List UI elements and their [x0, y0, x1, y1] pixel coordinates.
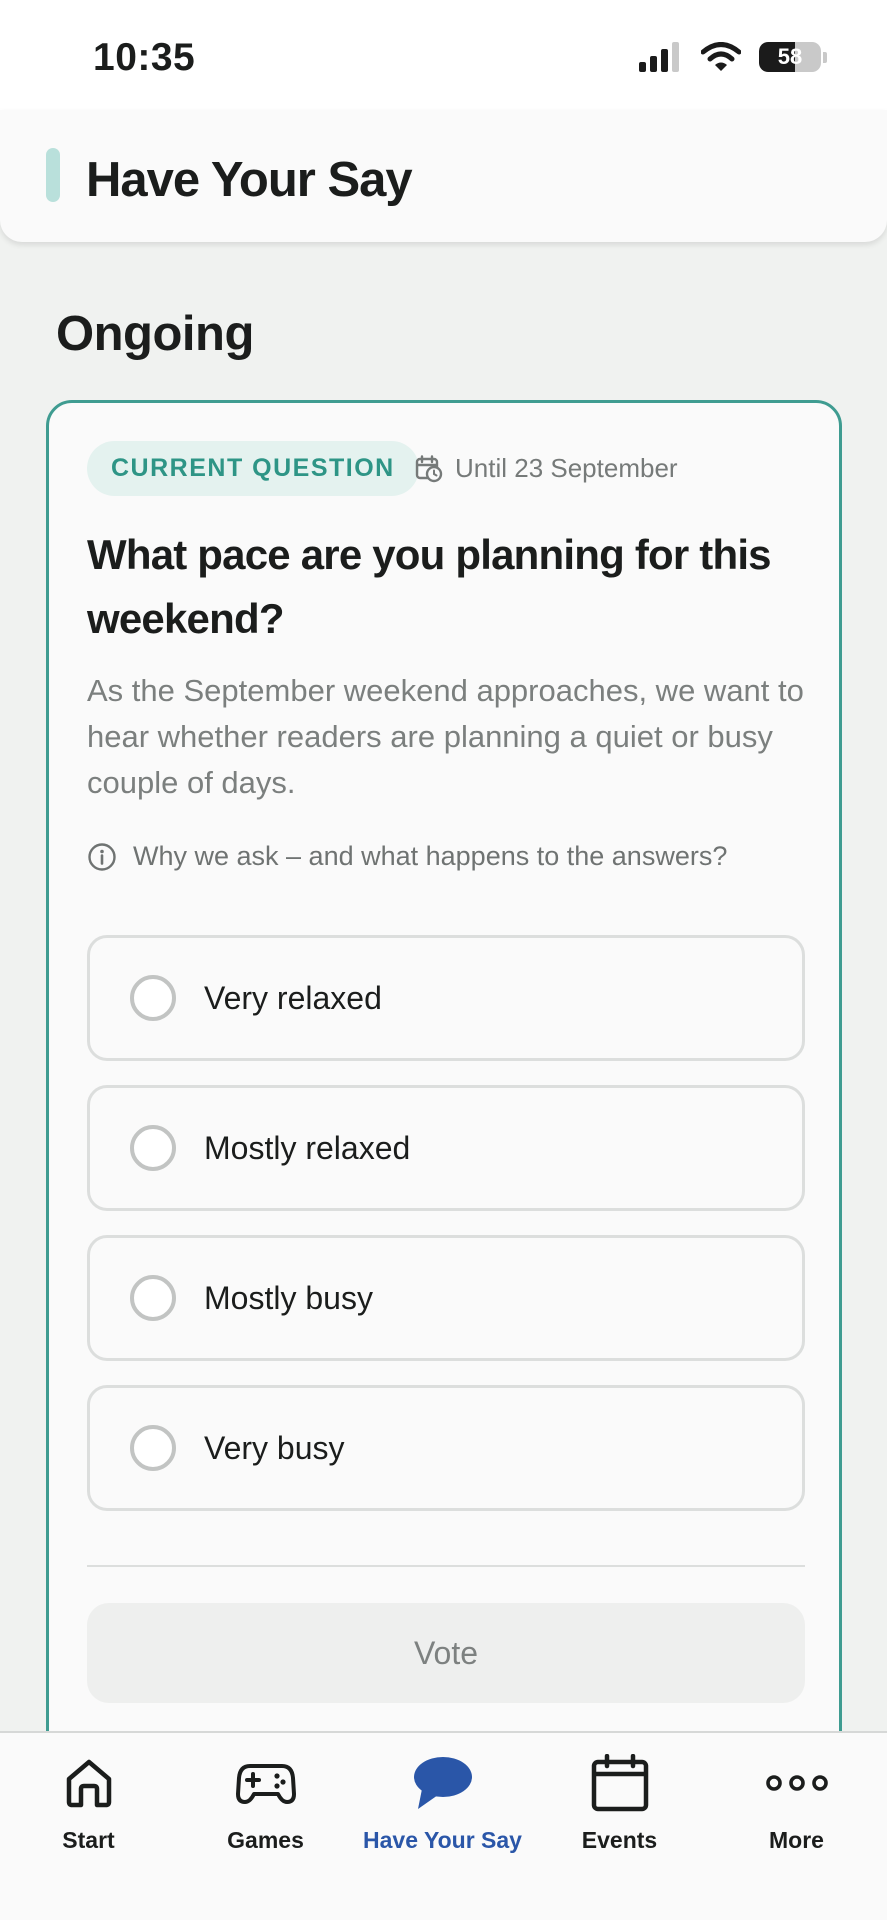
tab-start[interactable]: Start — [0, 1733, 177, 1873]
tab-label: More — [769, 1827, 824, 1853]
radio-button[interactable] — [130, 975, 176, 1021]
battery-icon: 58 — [759, 42, 821, 72]
battery-percent: 58 — [777, 44, 803, 69]
cellular-signal-icon — [639, 42, 679, 72]
status-time: 10:35 — [93, 36, 196, 79]
question-title: What pace are you planning for this week… — [87, 531, 772, 642]
tab-more[interactable]: More — [708, 1733, 885, 1873]
tab-label: Events — [581, 1827, 658, 1853]
deadline-text: Until 23 September — [455, 453, 678, 483]
deadline: Until 23 September — [415, 453, 678, 484]
tab-have-your-say[interactable]: Have Your Say — [354, 1733, 531, 1873]
section-title-ongoing: Ongoing — [56, 307, 254, 361]
header-accent-bar — [46, 148, 60, 202]
tab-label: Games — [227, 1827, 304, 1853]
vote-button[interactable]: Vote — [87, 1603, 805, 1703]
question-card: CURRENT QUESTION Until 23 September What… — [46, 400, 842, 1900]
radio-button[interactable] — [130, 1275, 176, 1321]
answer-option-label: Mostly busy — [204, 1279, 373, 1316]
answer-option-label: Very relaxed — [204, 979, 382, 1016]
status-bar: 10:35 58 — [0, 0, 887, 110]
answer-option-mostly-relaxed[interactable]: Mostly relaxed — [87, 1085, 805, 1211]
status-icons: 58 — [639, 42, 827, 72]
calendar-clock-icon — [415, 454, 443, 482]
tab-events[interactable]: Events — [531, 1733, 708, 1873]
more-dots-icon — [765, 1775, 828, 1791]
app-screen: 10:35 58 Have Your Say Ongoing CURRENT Q… — [0, 0, 887, 1920]
bottom-tab-bar: Start Games Have Your Say Events More — [0, 1731, 887, 1920]
gamepad-icon — [235, 1764, 296, 1804]
page-header: Have Your Say — [0, 110, 887, 242]
tab-label: Have Your Say — [363, 1827, 522, 1853]
why-we-ask-link[interactable]: Why we ask – and what happens to the ans… — [87, 841, 727, 872]
answer-option-mostly-busy[interactable]: Mostly busy — [87, 1235, 805, 1361]
speech-bubble-icon — [413, 1757, 472, 1809]
current-question-badge: CURRENT QUESTION — [87, 441, 419, 496]
calendar-icon — [591, 1754, 648, 1812]
radio-button[interactable] — [130, 1425, 176, 1471]
battery-tip — [823, 51, 827, 63]
radio-button[interactable] — [130, 1125, 176, 1171]
answer-option-very-busy[interactable]: Very busy — [87, 1385, 805, 1511]
question-intro: As the September weekend approaches, we … — [87, 673, 804, 800]
answer-option-very-relaxed[interactable]: Very relaxed — [87, 935, 805, 1061]
page-title: Have Your Say — [86, 153, 413, 207]
tab-label: Start — [62, 1827, 115, 1853]
tab-games[interactable]: Games — [177, 1733, 354, 1873]
answer-option-label: Very busy — [204, 1429, 345, 1466]
divider — [87, 1565, 805, 1567]
info-icon — [88, 842, 116, 871]
wifi-icon — [701, 42, 741, 71]
answer-option-label: Mostly relaxed — [204, 1129, 411, 1166]
why-we-ask-text: Why we ask – and what happens to the ans… — [133, 841, 728, 871]
home-icon — [66, 1759, 111, 1808]
